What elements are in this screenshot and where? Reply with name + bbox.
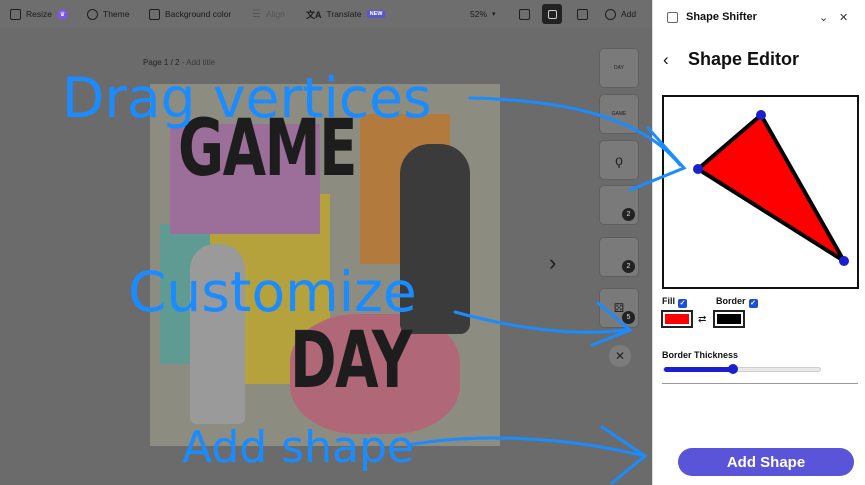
annotation-drag-vertices: Drag vertices — [62, 66, 432, 130]
vertex-handle[interactable] — [839, 256, 849, 266]
thumb-6[interactable]: ⚄ 5 — [599, 288, 639, 328]
translate-icon: 文A — [306, 9, 322, 20]
border-checkbox[interactable]: ✓ — [748, 299, 758, 308]
annotation-add-shape: Add shape — [182, 422, 414, 473]
border-color-swatch[interactable] — [713, 310, 745, 328]
thumb-label: GAME — [611, 111, 627, 117]
close-panel-icon[interactable]: ✕ — [839, 11, 848, 24]
delete-button[interactable] — [577, 0, 588, 28]
top-toolbar: Resize ♛ Theme Background color ☰ Align … — [0, 0, 652, 28]
align-button[interactable]: ☰ Align — [252, 0, 285, 28]
divider — [662, 383, 858, 384]
close-thumbnails-button[interactable]: ✕ — [609, 345, 631, 367]
thumb-3[interactable]: ϙ — [599, 140, 639, 180]
swap-colors-icon[interactable]: ⇄ — [698, 314, 706, 325]
translate-button[interactable]: 文A Translate NEW — [306, 0, 386, 28]
fill-label: Fill — [662, 296, 675, 306]
theme-button[interactable]: Theme — [87, 0, 129, 28]
zoom-value: 52% — [470, 9, 488, 19]
border-label: Border — [716, 296, 746, 306]
editor-title-row: ‹ Shape Editor — [653, 46, 865, 74]
resize-icon — [10, 8, 21, 20]
triangle-shape[interactable] — [696, 113, 846, 263]
next-page-arrow[interactable]: › — [549, 250, 556, 276]
shape-editor-canvas[interactable] — [662, 95, 859, 289]
close-icon: ✕ — [614, 349, 626, 363]
vertex-handle[interactable] — [693, 164, 703, 174]
thumb-count-badge: 2 — [622, 208, 635, 221]
grid-icon — [547, 9, 557, 19]
chevron-down-icon: ▾ — [492, 11, 496, 18]
slider-thumb[interactable] — [727, 364, 738, 374]
thumb-4[interactable]: 2 — [599, 185, 639, 225]
add-button[interactable]: Add — [605, 0, 636, 28]
palette-icon — [87, 8, 98, 20]
pages-view-button[interactable] — [519, 0, 530, 28]
thumb-1[interactable]: DAY — [599, 48, 639, 88]
border-thickness-slider[interactable] — [663, 364, 821, 374]
annotation-customize: Customize — [128, 260, 417, 324]
pages-icon — [519, 8, 530, 20]
zoom-dropdown[interactable]: 52% ▾ — [470, 0, 496, 28]
resize-button[interactable]: Resize ♛ — [10, 0, 68, 28]
fill-color-chip — [665, 314, 689, 324]
fill-checkbox[interactable]: ✓ — [678, 299, 687, 308]
thumb-label: DAY — [614, 65, 624, 71]
background-color-label: Background color — [165, 9, 232, 19]
editor-title: Shape Editor — [688, 49, 800, 69]
background-color-button[interactable]: Background color — [149, 0, 231, 28]
add-shape-button[interactable]: Add Shape — [678, 448, 854, 476]
border-color-chip — [717, 314, 741, 324]
border-thickness-label: Border Thickness — [662, 350, 739, 360]
poster-title-day: DAY — [290, 316, 413, 406]
fill-color-swatch[interactable] — [661, 310, 693, 328]
color-labels: Fill ✓ Border ✓ — [662, 296, 758, 308]
new-badge: NEW — [366, 10, 386, 18]
collapse-chevron-icon[interactable]: ⌄ — [819, 11, 828, 24]
theme-label: Theme — [103, 9, 130, 19]
panel-header: Shape Shifter — [653, 0, 865, 34]
align-label: Align — [265, 9, 285, 19]
premium-crown-icon: ♛ — [56, 8, 68, 20]
background-color-icon — [149, 8, 160, 20]
align-icon: ☰ — [252, 8, 261, 20]
plus-icon — [605, 8, 616, 20]
slider-fill — [664, 367, 733, 372]
thumb-2[interactable]: GAME — [599, 94, 639, 134]
shape-preview[interactable] — [664, 97, 857, 287]
back-arrow-icon[interactable]: ‹ — [663, 50, 669, 70]
translate-label: Translate — [326, 9, 362, 19]
thumb-count-badge: 2 — [622, 260, 635, 273]
trash-icon — [577, 8, 588, 20]
squiggle-icon: ϙ — [615, 152, 623, 168]
app-icon — [667, 11, 678, 23]
shape-shifter-panel: Shape Shifter ⌄ ✕ ‹ Shape Editor Fill ✓ B… — [652, 0, 865, 485]
thumb-count-badge: 5 — [622, 311, 635, 324]
thumb-5[interactable]: 2 — [599, 237, 639, 277]
add-label: Add — [621, 9, 637, 19]
grid-view-button[interactable] — [542, 4, 562, 24]
panel-app-name: Shape Shifter — [686, 11, 757, 23]
vertex-handle[interactable] — [756, 110, 766, 120]
resize-label: Resize — [26, 9, 52, 19]
